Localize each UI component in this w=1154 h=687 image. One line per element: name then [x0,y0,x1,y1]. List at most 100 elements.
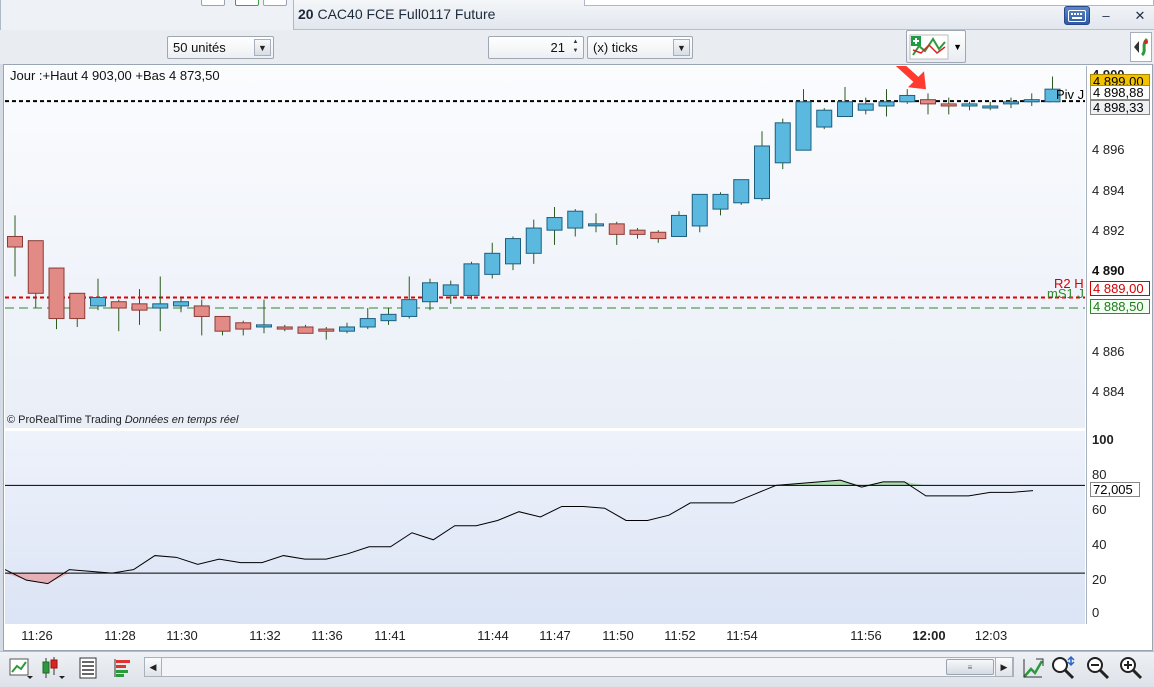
scrollbar-thumb[interactable]: ≡ [946,659,994,675]
candle-down [131,303,148,311]
zoom-fit-icon [1052,655,1075,680]
time-axis-label: 11:52 [664,628,696,643]
units-value: 50 unités [173,40,226,55]
time-axis-label: 11:26 [21,628,53,643]
candle-up [795,101,812,151]
mr1-level-label: mS1 J [1047,286,1084,301]
chevron-down-icon[interactable]: ▼ [673,39,690,56]
add-indicator-button[interactable]: ▼ [906,30,966,63]
chevron-left-icon: ◀ [149,661,157,672]
time-axis-label: 11:36 [311,628,343,643]
data-table-button[interactable] [76,655,102,681]
candle-down [7,235,23,248]
zoom-in-button[interactable] [1118,655,1144,681]
price-axis-label: 4 894 [1092,183,1125,198]
grip-icon: ≡ [967,662,973,672]
candle-up [712,193,729,210]
candle-style-button[interactable] [40,655,66,681]
candle-up [463,263,480,296]
candle-down [69,292,86,320]
close-icon: ✕ [1134,7,1146,23]
time-axis-label: 11:56 [850,628,882,643]
horizontal-scrollbar[interactable] [144,657,1014,677]
background-window[interactable] [0,0,294,32]
indicator-axis-label: 40 [1092,537,1107,552]
candle-up [173,301,189,307]
candle-up [484,252,501,275]
time-axis-label-bold: 12:00 [912,628,946,643]
indicator-axis-label: 0 [1092,605,1100,620]
background-window-tab [201,0,225,6]
candle-down [27,240,44,294]
price-chart-canvas [5,66,1085,340]
candle-up [546,217,563,231]
chart-type-icon [9,658,33,679]
ticks-count-input[interactable]: 21 ▲ ▼ [488,36,584,59]
time-axis-label: 12:03 [974,628,1008,643]
candle-up [525,227,542,254]
candle-up [878,101,895,107]
price-axis-label: 4 884 [1092,384,1125,399]
candle-down [214,315,231,332]
zoom-in-icon [1120,657,1143,680]
minimize-button[interactable]: – [1093,6,1119,25]
candlestick-icon [42,657,65,679]
ticks-unit-select[interactable]: (x) ticks ▼ [587,36,693,59]
realtime-note: Données en temps réel [124,414,239,426]
time-axis-label: 11:30 [166,628,198,643]
annotation-arrow-shaft [895,66,922,85]
indicator-axis-label: 100 [1092,432,1114,447]
instrument-title: CAC40 FCE Full0117 Future [317,6,496,22]
price-axis-label: 4 892 [1092,223,1125,238]
chevron-down-icon[interactable]: ▼ [953,42,962,52]
side-panel-toggle[interactable] [1130,32,1152,62]
auto-scale-button[interactable] [1020,655,1046,681]
candle-up [588,223,604,227]
indicator-axis-label: 80 [1092,467,1107,482]
time-axis-label: 11:47 [539,628,571,643]
zoom-out-icon [1087,657,1110,680]
close-button[interactable]: ✕ [1127,6,1153,25]
candle-up [857,103,874,111]
daily-range-info: Jour :+Haut 4 903,00 +Bas 4 873,50 [10,68,220,83]
candle-down [110,301,127,309]
time-axis-label: 11:50 [602,628,634,643]
units-select[interactable]: 50 unités ▼ [167,36,274,59]
ticks-count-value: 21 [550,40,565,55]
scroll-right-button[interactable]: ▶ [995,657,1013,677]
zoom-fit-button[interactable] [1050,655,1076,681]
candle-down [318,328,335,332]
candle-down [650,231,667,240]
chevron-down-icon[interactable]: ▼ [254,39,271,56]
price-axis-label: 4 886 [1092,344,1125,359]
background-window-tab [263,0,287,6]
order-book-button[interactable] [110,655,136,681]
zoom-out-button[interactable] [1085,655,1111,681]
chevron-right-icon: ▶ [1000,661,1008,672]
r2-price-box: 4 889,00 [1090,281,1150,296]
candle-down [608,223,625,235]
chart-type-button[interactable] [8,655,34,681]
candle-up [567,210,584,229]
keyboard-icon[interactable] [1064,6,1090,25]
order-book-icon [114,659,130,677]
candle-down [276,326,293,330]
time-axis-label: 11:54 [726,628,758,643]
candle-up [1023,99,1040,103]
panel-toggle-icon [1134,37,1149,57]
indicator-chart-canvas [5,479,1085,585]
candle-up [339,326,355,332]
time-axis-label: 11:41 [374,628,406,643]
indicator-axis-label: 60 [1092,502,1107,517]
candle-down [629,229,646,235]
candle-up [899,94,916,103]
background-window-tab [235,0,259,6]
candle-up [837,101,853,118]
title-prefix: 20 [298,6,314,22]
candle-up [442,284,459,296]
candle-up [671,214,687,237]
candle-up [401,299,418,317]
spinner-icon[interactable]: ▲ ▼ [569,38,582,57]
scroll-left-button[interactable]: ◀ [144,657,162,677]
copyright-text: © ProRealTime Trading [7,414,122,426]
